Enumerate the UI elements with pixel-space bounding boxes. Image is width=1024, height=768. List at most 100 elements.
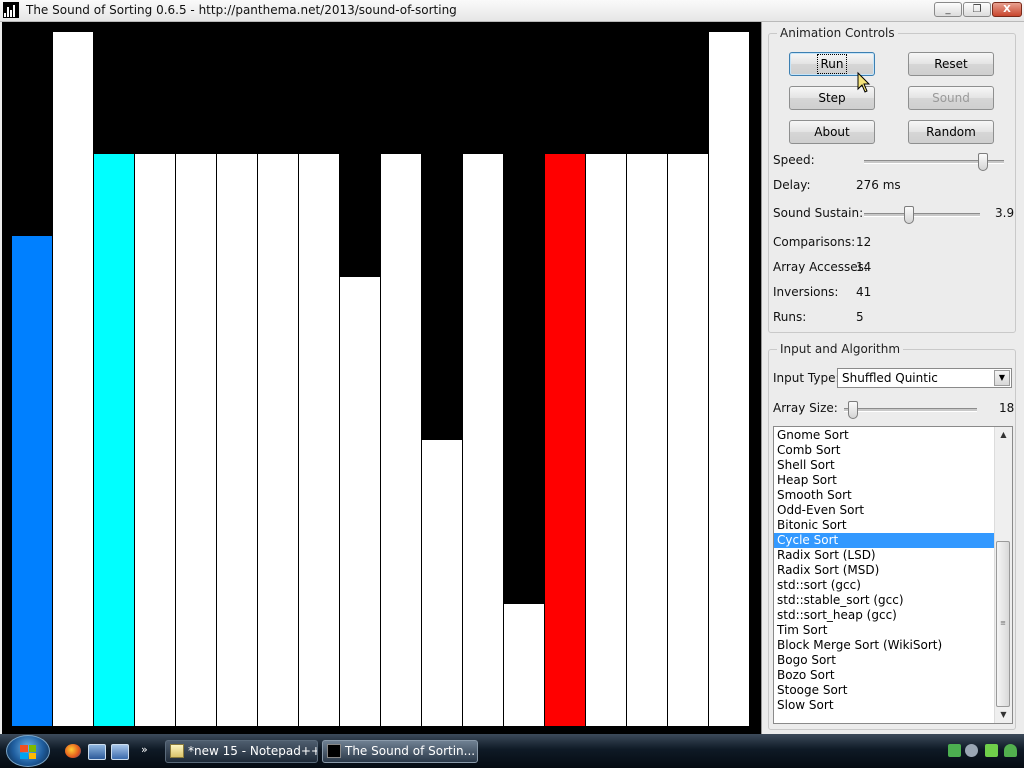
taskbar-item-notepad[interactable]: *new 15 - Notepad++ (165, 740, 318, 763)
list-item[interactable]: Radix Sort (LSD) (774, 548, 994, 563)
list-item[interactable]: std::sort_heap (gcc) (774, 608, 994, 623)
array-size-label: Array Size: (773, 401, 838, 415)
sort-bar (94, 154, 135, 726)
sustain-slider-thumb[interactable] (904, 206, 914, 224)
speed-label: Speed: (773, 153, 815, 167)
input-algorithm-group: Input and Algorithm Input Type: Shuffled… (768, 342, 1016, 730)
show-desktop-icon[interactable] (88, 744, 106, 760)
sort-bar (463, 154, 504, 726)
app-icon (3, 2, 19, 18)
sort-bar (340, 277, 381, 726)
list-item[interactable]: Radix Sort (MSD) (774, 563, 994, 578)
sort-bar (135, 154, 176, 726)
array-accesses-label: Array Accesses: (773, 260, 868, 274)
list-item[interactable]: Smooth Sort (774, 488, 994, 503)
sort-bar (504, 604, 545, 726)
algorithm-list-scrollbar[interactable]: ▲ ≡ ▼ (994, 427, 1012, 723)
sound-of-sorting-icon (327, 744, 341, 758)
delay-label: Delay: (773, 178, 811, 192)
security-icon[interactable] (985, 744, 998, 757)
array-accesses-value: 14 (856, 260, 872, 274)
input-type-select[interactable]: Shuffled Quintic ▼ (837, 368, 1012, 388)
sort-bar (258, 154, 299, 726)
chevron-down-icon[interactable]: ▼ (994, 370, 1010, 386)
array-size-slider-track (844, 408, 977, 412)
firefox-icon[interactable] (65, 744, 81, 758)
scroll-down-icon[interactable]: ▼ (995, 707, 1012, 723)
sort-bar (422, 440, 463, 726)
sort-bar (709, 32, 750, 726)
sort-bar (299, 154, 340, 726)
list-item[interactable]: Block Merge Sort (WikiSort) (774, 638, 994, 653)
sort-bar (53, 32, 94, 726)
messenger-icon[interactable] (965, 744, 978, 757)
network-icon[interactable] (948, 744, 961, 757)
array-size-slider-thumb[interactable] (848, 401, 858, 419)
list-item[interactable]: std::stable_sort (gcc) (774, 593, 994, 608)
about-button[interactable]: About (789, 120, 875, 144)
array-size-slider[interactable] (844, 401, 977, 419)
maximize-button[interactable]: ❐ (963, 2, 991, 17)
list-item[interactable]: Bogo Sort (774, 653, 994, 668)
speed-slider[interactable] (864, 153, 1004, 171)
title-bar[interactable]: The Sound of Sorting 0.6.5 - http://pant… (0, 0, 1024, 22)
sort-bar (381, 154, 422, 726)
sort-bar (217, 154, 258, 726)
taskbar-item-sound-of-sorting[interactable]: The Sound of Sortin... (322, 740, 478, 763)
list-item[interactable]: std::sort (gcc) (774, 578, 994, 593)
sort-bar (586, 154, 627, 726)
list-item[interactable]: Heap Sort (774, 473, 994, 488)
speed-slider-thumb[interactable] (978, 153, 988, 171)
input-algorithm-title: Input and Algorithm (777, 342, 904, 356)
sound-sustain-label: Sound Sustain: (773, 206, 864, 220)
list-item[interactable]: Gnome Sort (774, 428, 994, 443)
list-item[interactable]: Comb Sort (774, 443, 994, 458)
animation-controls-title: Animation Controls (777, 26, 898, 40)
sound-sustain-slider[interactable] (864, 206, 980, 224)
list-item[interactable]: Cycle Sort (774, 533, 994, 548)
sort-bar (668, 154, 709, 726)
window-title: The Sound of Sorting 0.6.5 - http://pant… (26, 3, 457, 17)
sustain-slider-track (864, 213, 980, 217)
windows-logo-icon (20, 745, 36, 759)
random-button[interactable]: Random (908, 120, 994, 144)
start-button[interactable] (6, 735, 50, 767)
sound-sustain-value: 3.9 (995, 206, 1015, 220)
taskbar-item-label: The Sound of Sortin... (345, 744, 476, 758)
algorithm-list-scroll-thumb[interactable]: ≡ (996, 541, 1010, 707)
taskbar: » *new 15 - Notepad++ The Sound of Sorti… (0, 734, 1024, 768)
runs-label: Runs: (773, 310, 807, 324)
quick-launch-chevron-icon[interactable]: » (141, 743, 148, 756)
sound-button[interactable]: Sound (908, 86, 994, 110)
minimize-button[interactable]: _ (934, 2, 962, 17)
taskbar-item-label: *new 15 - Notepad++ (188, 744, 318, 758)
scroll-up-icon[interactable]: ▲ (995, 427, 1012, 443)
array-size-value: 18 (999, 401, 1015, 415)
sort-visualization-canvas (2, 22, 762, 734)
switch-windows-icon[interactable] (111, 744, 129, 760)
inversions-value: 41 (856, 285, 872, 299)
animation-controls-group: Animation Controls Run Reset Step Sound … (768, 26, 1016, 333)
sort-bar (12, 236, 53, 726)
reset-button[interactable]: Reset (908, 52, 994, 76)
algorithm-list[interactable]: Gnome Sort Comb Sort Shell Sort Heap Sort Sm… (773, 426, 1013, 724)
sort-bar (545, 154, 586, 726)
comparisons-label: Comparisons: (773, 235, 856, 249)
close-button[interactable]: X (992, 2, 1022, 17)
input-type-label: Input Type: (773, 371, 840, 385)
user-status-icon[interactable] (1004, 744, 1017, 757)
list-item[interactable]: Stooge Sort (774, 683, 994, 698)
inversions-label: Inversions: (773, 285, 839, 299)
sort-bar (627, 154, 668, 726)
list-item[interactable]: Shell Sort (774, 458, 994, 473)
list-item[interactable]: Odd-Even Sort (774, 503, 994, 518)
list-item[interactable]: Slow Sort (774, 698, 994, 713)
runs-value: 5 (856, 310, 864, 324)
list-item[interactable]: Bozo Sort (774, 668, 994, 683)
sort-bar (176, 154, 217, 726)
notepad-icon (170, 744, 184, 758)
input-type-value: Shuffled Quintic (842, 371, 938, 385)
mouse-cursor-icon (857, 71, 871, 93)
list-item[interactable]: Bitonic Sort (774, 518, 994, 533)
list-item[interactable]: Tim Sort (774, 623, 994, 638)
